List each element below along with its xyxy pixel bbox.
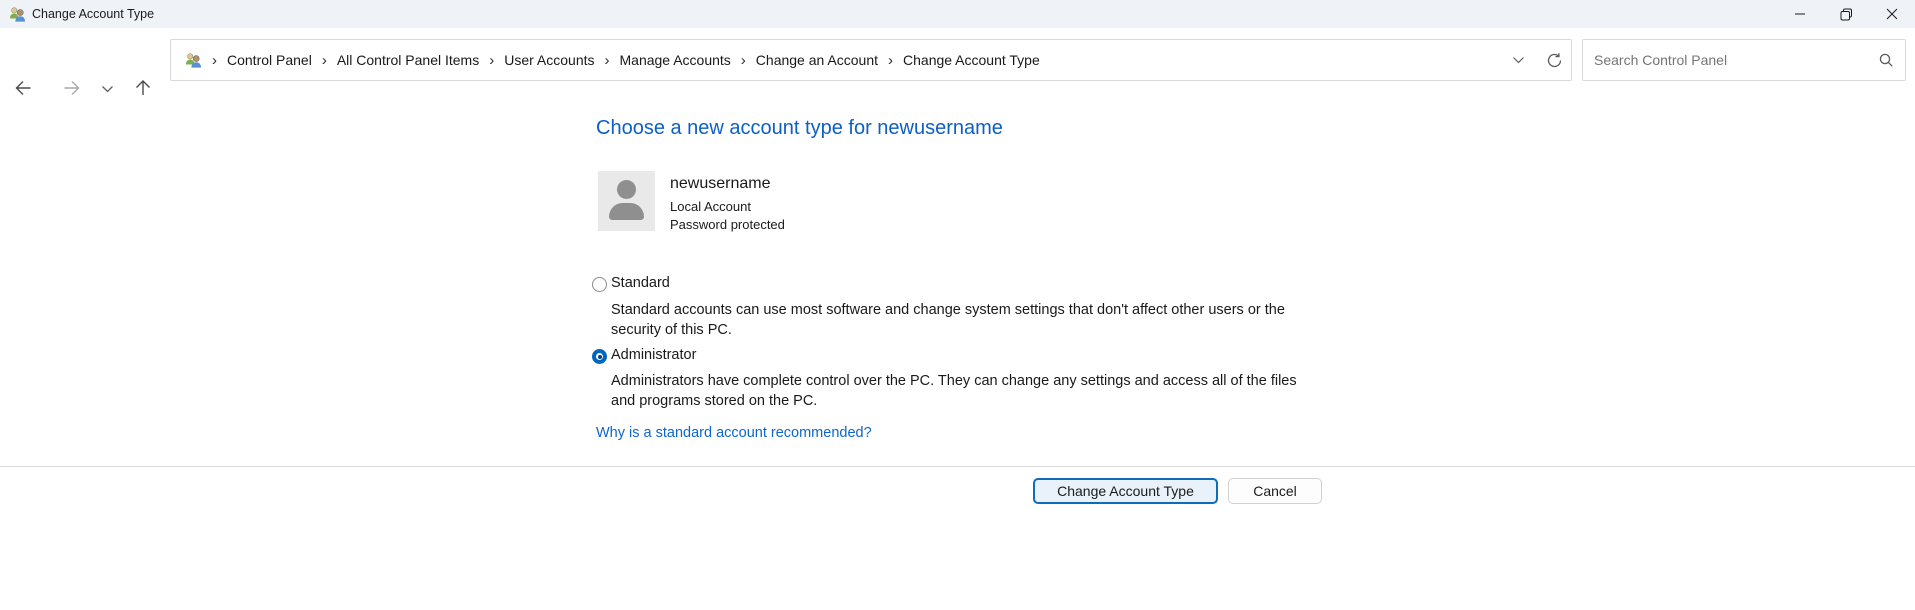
breadcrumb-separator: › <box>605 53 610 68</box>
radio-standard-label[interactable]: Standard <box>611 275 670 291</box>
user-name: newusername <box>670 175 771 193</box>
refresh-icon <box>1546 52 1563 69</box>
breadcrumb-separator: › <box>888 53 893 68</box>
breadcrumb-item[interactable]: Control Panel <box>227 52 312 68</box>
up-icon[interactable] <box>133 78 153 98</box>
breadcrumb-separator: › <box>489 53 494 68</box>
administrator-description: Administrators have complete control ove… <box>611 371 1297 411</box>
window-title: Change Account Type <box>32 7 154 21</box>
standard-description: Standard accounts can use most software … <box>611 300 1285 340</box>
search-icon[interactable] <box>1878 52 1894 68</box>
why-standard-recommended-link[interactable]: Why is a standard account recommended? <box>596 425 872 441</box>
chevron-down-icon <box>1512 56 1525 65</box>
breadcrumb: › Control Panel › All Control Panel Items › U… <box>202 52 1040 68</box>
footer-divider <box>0 466 1915 467</box>
radio-administrator[interactable] <box>592 349 607 364</box>
avatar-head-shape <box>617 180 636 199</box>
address-dropdown-button[interactable] <box>1512 40 1525 80</box>
back-icon[interactable] <box>13 78 33 98</box>
page-title: Choose a new account type for newusernam… <box>596 117 1003 140</box>
user-accounts-icon <box>9 6 26 23</box>
breadcrumb-item[interactable]: Change Account Type <box>903 52 1040 68</box>
close-button[interactable] <box>1869 0 1915 28</box>
avatar-torso-shape <box>609 203 644 220</box>
refresh-button[interactable] <box>1546 40 1563 80</box>
title-bar: Change Account Type <box>0 0 1915 28</box>
navigation-bar: › Control Panel › All Control Panel Items › U… <box>0 28 1915 92</box>
breadcrumb-user-accounts-icon <box>185 52 202 69</box>
standard-description-line2: security of this PC. <box>611 320 1285 340</box>
breadcrumb-item[interactable]: Change an Account <box>756 52 878 68</box>
breadcrumb-separator: › <box>741 53 746 68</box>
recent-pages-chevron-icon[interactable] <box>101 85 114 94</box>
breadcrumb-item[interactable]: User Accounts <box>504 52 594 68</box>
radio-standard[interactable] <box>592 277 607 292</box>
control-panel-window: Change Account Type <box>0 0 1915 610</box>
search-input[interactable] <box>1583 40 1905 80</box>
administrator-description-line1: Administrators have complete control ove… <box>611 371 1297 391</box>
minimize-icon <box>1794 8 1806 20</box>
breadcrumb-separator: › <box>212 53 217 68</box>
user-password-status: Password protected <box>670 217 785 232</box>
user-avatar <box>598 171 655 231</box>
administrator-description-line2: and programs stored on the PC. <box>611 391 1297 411</box>
standard-description-line1: Standard accounts can use most software … <box>611 300 1285 320</box>
radio-administrator-label[interactable]: Administrator <box>611 347 696 363</box>
close-icon <box>1886 8 1898 20</box>
cancel-button[interactable]: Cancel <box>1228 478 1322 504</box>
restore-icon <box>1840 8 1853 21</box>
restore-button[interactable] <box>1823 0 1869 28</box>
forward-icon[interactable] <box>62 78 82 98</box>
address-bar[interactable]: › Control Panel › All Control Panel Items › U… <box>170 39 1572 81</box>
search-box <box>1582 39 1906 81</box>
breadcrumb-separator: › <box>322 53 327 68</box>
minimize-button[interactable] <box>1777 0 1823 28</box>
breadcrumb-item[interactable]: Manage Accounts <box>620 52 731 68</box>
breadcrumb-item[interactable]: All Control Panel Items <box>337 52 479 68</box>
user-account-type: Local Account <box>670 199 751 214</box>
change-account-type-button[interactable]: Change Account Type <box>1033 478 1218 504</box>
window-controls <box>1777 0 1915 28</box>
